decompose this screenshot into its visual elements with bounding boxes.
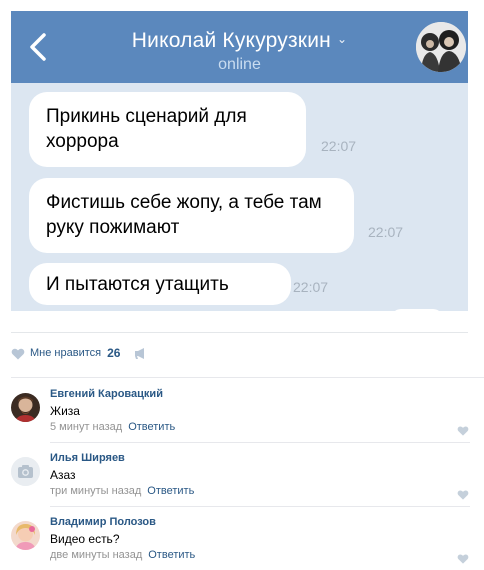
contact-name-button[interactable]: Николай Кукурузкин ⌄ [11, 29, 468, 53]
comment-text: Жиза [50, 404, 80, 418]
share-button[interactable] [133, 347, 149, 360]
comment: Илья Ширяев Азаз три минуты назад Ответит… [11, 450, 469, 512]
comment-time[interactable]: две минуты назад [50, 549, 142, 561]
likes-row: Мне нравится 26 [11, 343, 149, 363]
message-bubble: Прикинь сценарий для хоррора [29, 92, 306, 167]
message-time: 22:07 [293, 279, 329, 295]
chat-screenshot: Николай Кукурузкин ⌄ online Прикинь сцена… [11, 11, 468, 311]
comment-author[interactable]: Илья Ширяев [50, 452, 125, 464]
divider [11, 377, 484, 378]
reply-button[interactable]: Ответить [148, 549, 195, 561]
likes-label: Мне нравится [30, 347, 102, 359]
reply-button[interactable]: Ответить [128, 421, 175, 433]
comment-like-button[interactable] [457, 551, 469, 564]
comment-like-button[interactable] [457, 423, 469, 436]
contact-avatar[interactable] [416, 22, 466, 72]
avatar[interactable] [11, 393, 40, 422]
likes-count: 26 [107, 346, 121, 360]
comment-text: Азаз [50, 468, 76, 482]
heart-icon [457, 554, 469, 564]
heart-icon [457, 426, 469, 436]
comment-author[interactable]: Евгений Каровацкий [50, 388, 163, 400]
chat-header: Николай Кукурузкин ⌄ online [11, 11, 468, 83]
divider [11, 332, 468, 333]
avatar[interactable] [11, 457, 40, 486]
message-time: 22:07 [321, 138, 357, 154]
message-bubble: И пытаются утащить [29, 263, 291, 305]
comment: Евгений Каровацкий Жиза 5 минут назад Отв… [11, 386, 469, 448]
comment-text: Видео есть? [50, 532, 120, 546]
message-bubble-partial [391, 309, 443, 311]
comment-like-button[interactable] [457, 487, 469, 500]
contact-name: Николай Кукурузкин [131, 29, 331, 52]
chevron-down-icon: ⌄ [336, 32, 348, 46]
comment-meta: 5 минут назад Ответить [50, 421, 175, 433]
comment-meta: три минуты назад Ответить [50, 485, 194, 497]
comment-time[interactable]: три минуты назад [50, 485, 141, 497]
avatar[interactable] [11, 521, 40, 550]
heart-icon [457, 490, 469, 500]
divider [50, 506, 470, 507]
comment-meta: две минуты назад Ответить [50, 549, 195, 561]
like-button[interactable]: Мне нравится 26 [11, 346, 120, 360]
heart-icon [11, 348, 25, 359]
contact-status: online [218, 56, 261, 73]
comment: Владимир Полозов Видео есть? две минуты … [11, 514, 469, 570]
message-text: И пытаются утащить [46, 274, 229, 295]
message-bubble: Фистишь себе жопу, а тебе там руку пожим… [29, 178, 354, 253]
megaphone-icon [135, 347, 145, 359]
comment-author[interactable]: Владимир Полозов [50, 516, 156, 528]
message-text: Фистишь себе жопу, а тебе там руку пожим… [46, 192, 322, 238]
reply-button[interactable]: Ответить [147, 485, 194, 497]
message-text: Прикинь сценарий для хоррора [46, 106, 247, 152]
comment-time[interactable]: 5 минут назад [50, 421, 122, 433]
divider [50, 442, 470, 443]
message-time: 22:07 [368, 224, 404, 240]
